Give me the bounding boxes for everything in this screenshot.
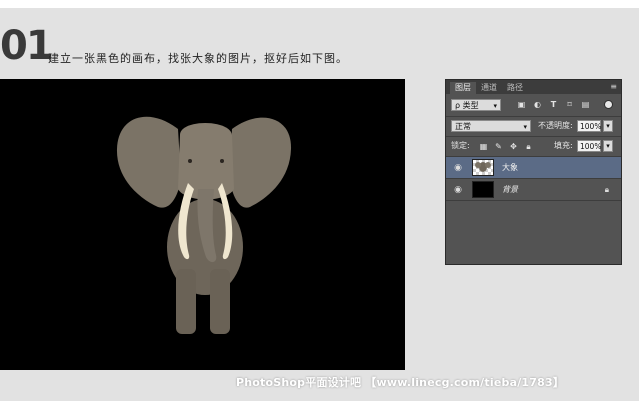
filter-row: ρ 类型 ▾ ▣ ◐ T ⌑ ▤ <box>446 94 621 117</box>
blend-mode-select[interactable]: 正常 ▾ <box>451 120 531 132</box>
lock-row: 锁定: ▦ ✎ ✥ 🔒︎ 填充: 100% ▾ <box>446 136 621 157</box>
fill-dropdown-icon[interactable]: ▾ <box>603 140 613 152</box>
step-number: 01 <box>0 23 54 69</box>
panel-menu-icon[interactable]: ≡ <box>610 82 617 92</box>
eye-icon[interactable]: ◉ <box>453 163 463 173</box>
image-filter-icon[interactable]: ▣ <box>517 100 526 109</box>
blend-row: 正常 ▾ 不透明度: 100% ▾ <box>446 116 621 137</box>
opacity-input[interactable]: 100% <box>577 120 601 132</box>
layer-row-elephant[interactable]: ◉ 大象 <box>446 157 621 179</box>
layer-name-elephant: 大象 <box>502 163 518 172</box>
tab-paths[interactable]: 路径 <box>502 82 528 94</box>
fill-input[interactable]: 100% <box>577 140 601 152</box>
adjustment-filter-icon[interactable]: ◐ <box>533 100 542 109</box>
chevron-down-icon: ▾ <box>523 123 527 131</box>
lock-transparent-icon[interactable]: ▦ <box>479 142 488 151</box>
opacity-dropdown-icon[interactable]: ▾ <box>603 120 613 132</box>
elephant-eye-right <box>220 159 224 163</box>
step-instruction: 建立一张黑色的画布，找张大象的图片，抠好后如下图。 <box>48 52 348 65</box>
lock-label: 锁定: <box>451 141 470 150</box>
document-canvas[interactable] <box>0 79 405 370</box>
fill-label: 填充: <box>554 141 573 150</box>
elephant-leg-front-left <box>176 269 196 334</box>
panel-tab-bar: 图层 通道 路径 ≡ <box>446 80 621 94</box>
blend-mode-value: 正常 <box>455 122 471 131</box>
filter-toggle[interactable] <box>604 100 613 109</box>
layer-row-background[interactable]: ◉ 背景 🔒︎ <box>446 179 621 201</box>
elephant-right-ear <box>230 117 292 208</box>
layer-thumbnail-background <box>472 181 494 198</box>
chevron-down-icon: ▾ <box>493 102 497 110</box>
filter-kind-select[interactable]: ρ 类型 ▾ <box>451 99 501 111</box>
eye-icon[interactable]: ◉ <box>453 185 463 195</box>
shape-filter-icon[interactable]: ⌑ <box>565 100 574 109</box>
layers-panel: 图层 通道 路径 ≡ ρ 类型 ▾ ▣ ◐ T ⌑ ▤ 正常 ▾ 不透明度: 1… <box>445 79 622 265</box>
smart-object-filter-icon[interactable]: ▤ <box>581 100 590 109</box>
lock-all-icon[interactable]: 🔒︎ <box>524 142 533 151</box>
elephant-image <box>116 116 292 334</box>
lock-paint-icon[interactable]: ✎ <box>494 142 503 151</box>
layer-name-background: 背景 <box>502 185 518 194</box>
elephant-leg-front-right <box>210 269 230 334</box>
lock-icon: 🔒︎ <box>604 185 609 194</box>
tab-channels[interactable]: 通道 <box>476 82 502 94</box>
tab-layers[interactable]: 图层 <box>450 82 476 94</box>
type-filter-icon[interactable]: T <box>549 100 558 109</box>
filter-kind-label: ρ 类型 <box>455 101 479 110</box>
opacity-label: 不透明度: <box>538 121 573 130</box>
watermark: PhotoShop平面设计吧 【www.linecg.com/tieba/178… <box>236 376 565 389</box>
layer-thumbnail-elephant <box>472 159 494 176</box>
elephant-eye-left <box>188 159 192 163</box>
lock-move-icon[interactable]: ✥ <box>509 142 518 151</box>
elephant-left-ear <box>116 116 181 208</box>
